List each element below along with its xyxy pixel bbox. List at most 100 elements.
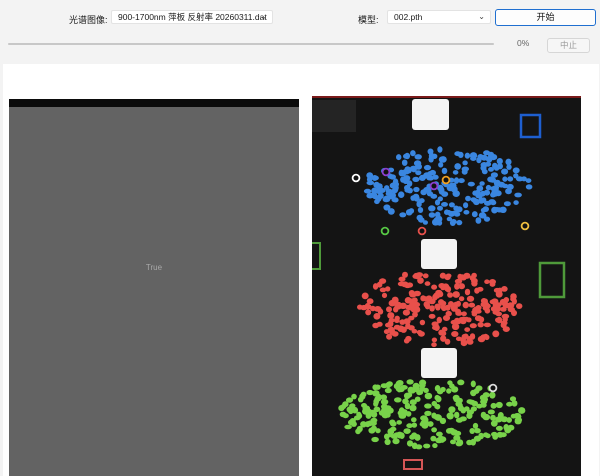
red-seed [411,328,418,334]
green-seed [449,383,455,389]
blue-seed [471,211,478,218]
green-seed [495,416,502,423]
stop-button[interactable]: 中止 [547,38,590,53]
green-seed [468,399,476,405]
red-seed [455,311,463,316]
blue-seed [456,219,463,226]
red-seed [372,283,379,290]
corner-artifact [312,100,356,132]
green-seed [466,412,473,420]
green-seed [490,414,496,421]
green-seed [386,381,393,387]
blue-seed [480,162,488,168]
green-seed [390,426,397,432]
blue-seed [423,164,432,171]
green-seed [394,397,402,403]
red-seed [451,331,459,337]
green-label-box [312,242,321,270]
blue-seed [453,177,460,184]
blue-seed [485,184,492,191]
green-seed [370,417,378,423]
red-seed [402,309,410,316]
green-seed [484,433,491,439]
green-seed [373,406,381,413]
green-seed [406,379,414,385]
green-seed [384,387,392,394]
detection-marker [351,173,361,183]
green-seed [424,410,432,416]
red-seed [474,315,483,322]
blue-seed [506,183,514,190]
blue-seed [464,152,471,159]
blue-seed [392,184,399,191]
red-seed [440,335,447,342]
image-select[interactable]: 900-1700nm 萍板 反射率 20260311.dat ⌄ [111,10,273,24]
red-seed [393,306,399,313]
blue-seed [383,204,391,211]
red-seed [365,309,372,316]
green-seed [384,438,391,446]
red-seed [484,279,490,284]
green-seed [364,408,372,415]
green-seed [491,431,498,437]
blue-seed [399,212,407,218]
red-seed [477,335,486,343]
blue-seed [382,197,390,203]
red-seed [361,292,369,300]
green-seed [424,403,432,409]
green-seed [371,436,379,443]
blue-seed [512,167,520,174]
red-seed [462,333,469,340]
blue-seed [368,192,375,198]
green-seed [356,413,363,419]
detection-marker [488,383,498,393]
blue-seed [453,205,459,211]
red-seed [477,322,484,328]
segmentation-canvas [312,96,581,470]
blue-seed [462,160,468,166]
blue-seed [496,158,503,165]
progress-bar [8,43,494,45]
blue-seed [428,152,435,160]
green-seed [489,391,496,399]
blue-seed [454,151,462,157]
red-seed [500,306,507,312]
model-select[interactable]: 002.pth ⌄ [387,10,491,24]
blue-seed [525,184,533,190]
white-reference-tile [412,99,449,130]
blue-seed [379,188,386,193]
blue-label-box [519,113,542,139]
green-seed [373,401,379,407]
detection-marker [441,175,451,185]
red-seed [402,271,408,278]
green-seed [433,414,441,421]
green-seed [507,424,515,431]
blue-seed [420,189,427,196]
green-seed [395,385,401,392]
red-seed [424,281,431,286]
blue-seed [398,191,405,198]
green-seed [490,402,497,409]
green-seed [403,428,411,434]
green-seed [372,384,378,391]
red-seed [388,299,396,307]
blue-seed [471,198,479,204]
green-seed [400,385,408,390]
red-seed [431,342,437,348]
red-seed [501,313,510,319]
start-button[interactable]: 开始 [495,9,596,26]
blue-seed [434,199,441,206]
green-seed [339,411,347,418]
green-seed [347,407,354,415]
blue-seed [488,167,494,172]
red-seed [471,280,478,287]
red-seed [516,303,523,309]
red-seed [440,285,446,291]
green-seed [387,407,394,414]
red-seed [495,311,502,317]
segmentation-result-view [312,96,581,476]
red-seed [385,322,392,328]
image-placeholder-text: True [145,263,163,272]
green-seed [390,421,397,427]
green-seed [406,423,413,429]
